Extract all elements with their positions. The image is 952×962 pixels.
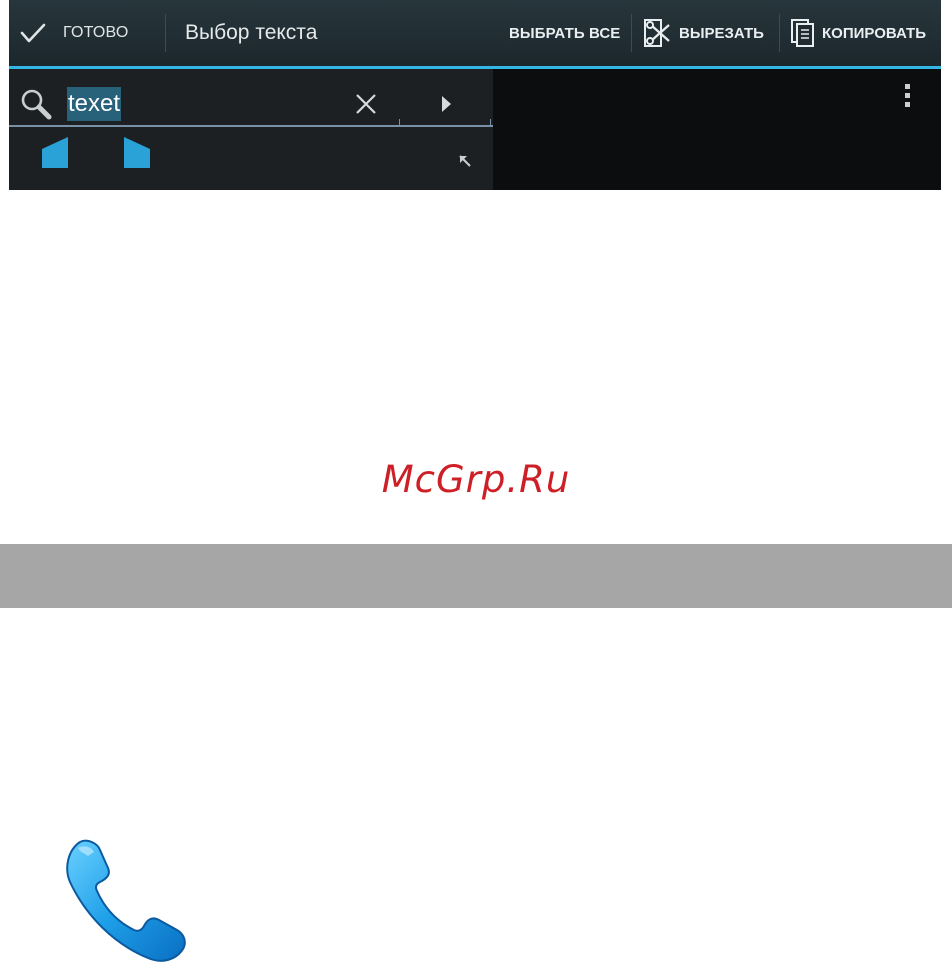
resize-icon[interactable]	[457, 153, 473, 169]
text-selection-screenshot: ГОТОВО Выбор текста ВЫБРАТЬ ВСЕ ВЫРЕЗАТЬ	[9, 0, 941, 190]
divider	[779, 14, 780, 52]
action-bar-title: Выбор текста	[185, 21, 318, 44]
cut-button[interactable]: ВЫРЕЗАТЬ	[643, 0, 764, 66]
copy-button[interactable]: КОПИРОВАТЬ	[790, 0, 926, 66]
watermark: McGrp.Ru	[381, 458, 571, 501]
overflow-menu-icon[interactable]	[905, 84, 911, 108]
checkmark-icon	[20, 23, 46, 43]
next-icon[interactable]	[437, 93, 457, 115]
page: ГОТОВО Выбор текста ВЫБРАТЬ ВСЕ ВЫРЕЗАТЬ	[0, 0, 952, 962]
search-icon[interactable]	[19, 87, 53, 121]
selection-start-handle[interactable]	[42, 137, 68, 168]
page-content-area	[493, 69, 941, 190]
phone-icon	[66, 839, 186, 962]
selection-end-handle[interactable]	[124, 137, 150, 168]
clear-icon[interactable]	[353, 91, 379, 117]
cut-label: ВЫРЕЗАТЬ	[679, 24, 764, 42]
done-label: ГОТОВО	[63, 24, 129, 41]
find-bar: texet	[9, 69, 493, 190]
divider	[165, 14, 166, 52]
divider	[631, 14, 632, 52]
select-all-button[interactable]: ВЫБРАТЬ ВСЕ	[509, 0, 620, 66]
scissors-icon	[644, 19, 670, 47]
done-button[interactable]: ГОТОВО	[19, 0, 159, 66]
copy-icon	[791, 19, 814, 47]
contextual-action-bar: ГОТОВО Выбор текста ВЫБРАТЬ ВСЕ ВЫРЕЗАТЬ	[9, 0, 941, 66]
section-divider-band	[0, 544, 952, 608]
input-underline	[9, 125, 493, 127]
copy-label: КОПИРОВАТЬ	[822, 24, 926, 42]
find-input[interactable]: texet	[67, 87, 122, 121]
